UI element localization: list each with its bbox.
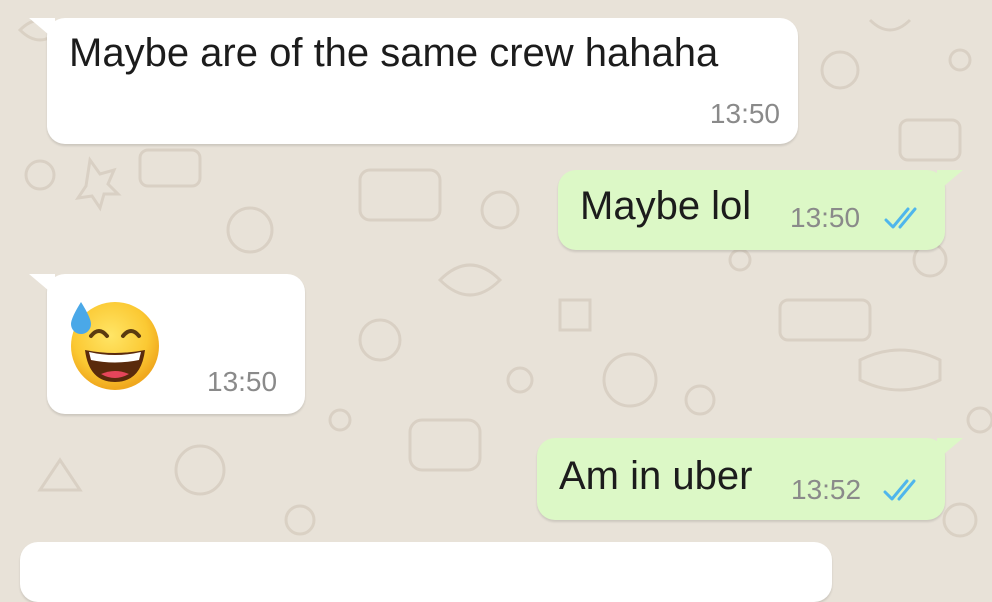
message-text: Am in uber (559, 454, 753, 498)
grinning-face-with-sweat-emoji-icon (71, 302, 159, 390)
incoming-message-bubble-partial[interactable] (20, 542, 832, 602)
message-text: Maybe lol (580, 184, 752, 228)
message-timestamp: 13:52 (791, 474, 862, 505)
double-check-read-icon (884, 207, 917, 229)
message-text: Maybe are of the same crew hahaha (69, 31, 719, 75)
bubble-tail (29, 274, 55, 296)
outgoing-message-bubble[interactable]: Maybe lol 13:50 (558, 170, 963, 250)
message-timestamp: 13:50 (709, 98, 780, 129)
message-timestamp: 13:50 (790, 202, 861, 233)
bubble-tail (29, 18, 55, 40)
bubble-tail (937, 170, 963, 192)
message-timestamp: 13:50 (207, 366, 278, 397)
bubble-tail (937, 438, 963, 460)
incoming-message-bubble[interactable]: Maybe are of the same crew hahaha 13:50 (29, 18, 798, 144)
double-check-read-icon (883, 479, 916, 501)
outgoing-message-bubble[interactable]: Am in uber 13:52 (537, 438, 963, 520)
incoming-emoji-bubble[interactable]: 13:50 (29, 274, 305, 414)
